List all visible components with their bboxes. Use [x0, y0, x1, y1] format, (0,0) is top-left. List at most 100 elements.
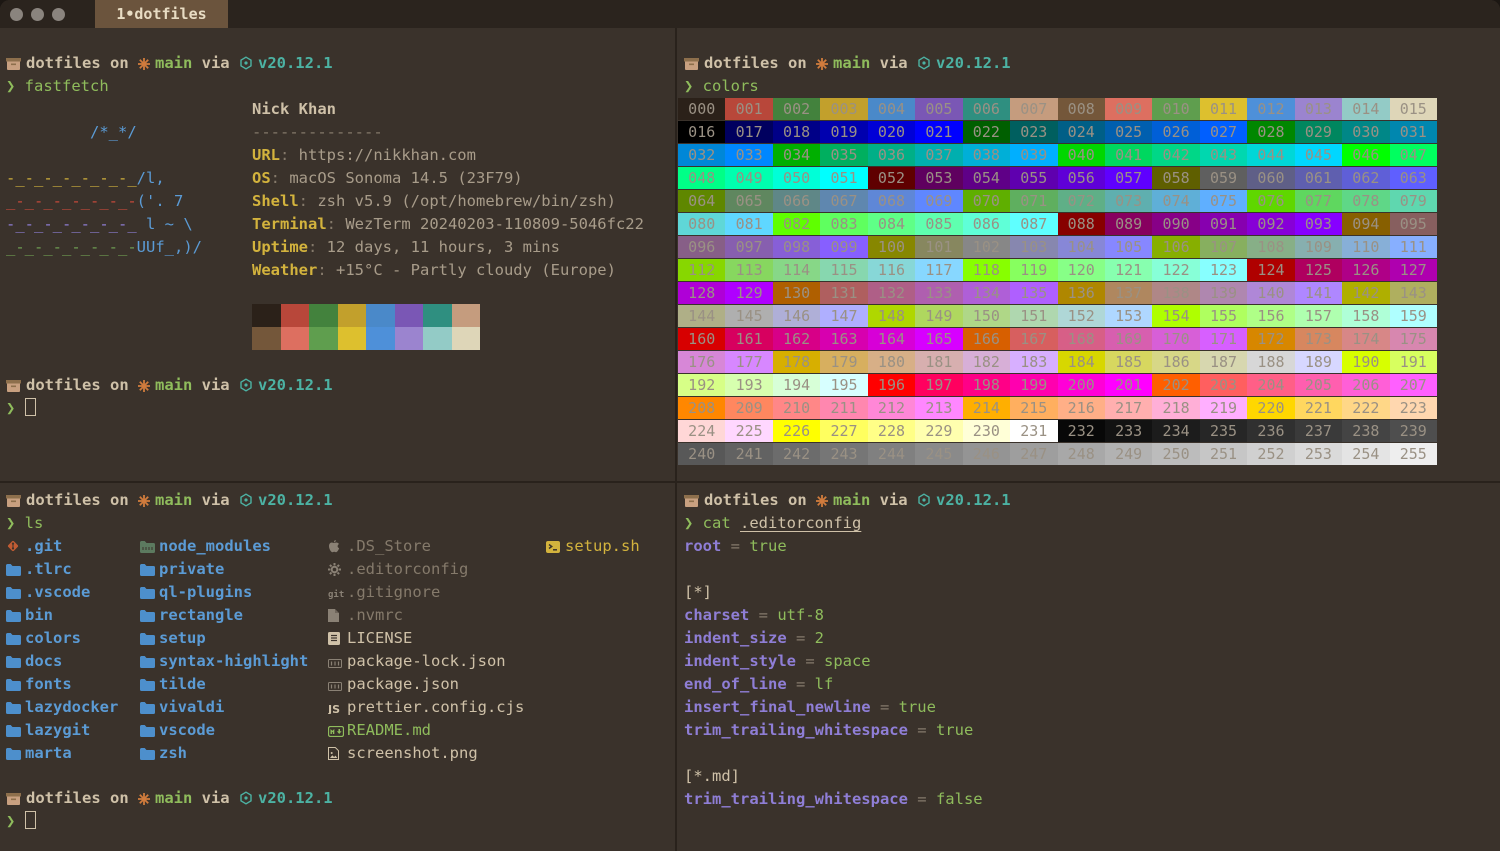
svg-text:JS: JS: [328, 703, 340, 714]
color-cell: 092: [1247, 213, 1294, 235]
color-cell: 231: [1010, 420, 1057, 442]
file-item: syntax-highlight: [140, 650, 308, 673]
color-cell: 253: [1295, 443, 1342, 465]
color-cell: 220: [1247, 397, 1294, 419]
color-cell: 077: [1295, 190, 1342, 212]
terminal-line: trim_trailing_whitespace = true: [684, 719, 973, 742]
color-cell: 089: [1105, 213, 1152, 235]
color-cell: 143: [1390, 282, 1437, 304]
color-cell: 250: [1152, 443, 1199, 465]
color-cell: 122: [1152, 259, 1199, 281]
color-cell: 228: [868, 420, 915, 442]
text-segment: dotfiles: [26, 491, 101, 509]
color-cell: 246: [963, 443, 1010, 465]
color-cell: 016: [678, 121, 725, 143]
terminal-line: indent_style = space: [684, 650, 871, 673]
color-cell: 076: [1247, 190, 1294, 212]
terminal-line: OS: macOS Sonoma 14.5 (23F79): [252, 167, 523, 190]
text-segment: indent_style: [684, 652, 796, 670]
color-cell: 214: [963, 397, 1010, 419]
terminal-line: trim_trailing_whitespace = false: [684, 788, 983, 811]
color-cell: 053: [915, 167, 962, 189]
file-name: vscode: [159, 721, 215, 739]
color-cell: 033: [725, 144, 772, 166]
color-cell: 247: [1010, 443, 1057, 465]
folder-icon: [6, 583, 25, 606]
color-cell: 026: [1152, 121, 1199, 143]
text-segment: Uptime: [252, 238, 308, 256]
terminal-line: -_-_-_-_-_-_-_/l,: [6, 167, 165, 190]
file-name: .vscode: [25, 583, 90, 601]
text-segment: insert_final_newline: [684, 698, 871, 716]
color-cell: 156: [1247, 305, 1294, 327]
color-cell: 191: [1390, 351, 1437, 373]
color-cell: 236: [1247, 420, 1294, 442]
color-cell: 190: [1342, 351, 1389, 373]
file-item: lazydocker: [6, 696, 118, 719]
file-name: package.json: [347, 675, 459, 693]
file-item: marta: [6, 742, 72, 765]
color-cell: 059: [1200, 167, 1247, 189]
color-cell: 113: [725, 259, 772, 281]
color-cell: 133: [915, 282, 962, 304]
file-name: lazydocker: [25, 698, 118, 716]
color-cell: 162: [773, 328, 820, 350]
color-cell: 198: [963, 374, 1010, 396]
terminal-line: ❯: [6, 397, 36, 420]
text-segment: dotfiles: [704, 54, 779, 72]
text-segment: :: [317, 261, 336, 279]
color-cell: 230: [963, 420, 1010, 442]
file-item: colors: [6, 627, 81, 650]
color-cell: 140: [1247, 282, 1294, 304]
color-cell: 243: [820, 443, 867, 465]
color-cell: 118: [963, 259, 1010, 281]
terminal-line: [*.md]: [684, 765, 740, 788]
color-cell: 065: [725, 190, 772, 212]
file-item: ql-plugins: [140, 581, 252, 604]
color-cell: 181: [915, 351, 962, 373]
color-cell: 153: [1105, 305, 1152, 327]
file-name: .tlrc: [25, 560, 72, 578]
file-item: lazygit: [6, 719, 90, 742]
text-segment: :: [280, 146, 299, 164]
color-cell: 066: [773, 190, 820, 212]
file-item: git.gitignore: [328, 581, 440, 604]
color-cell: 104: [1058, 236, 1105, 258]
box-icon: [6, 491, 21, 514]
color-cell: 233: [1105, 420, 1152, 442]
terminal-line: Weather: +15°C - Partly cloudy (Europe): [252, 259, 616, 282]
file-name: .gitignore: [347, 583, 440, 601]
color-cell: 108: [1247, 236, 1294, 258]
text-segment: via: [870, 491, 917, 509]
text-segment: on: [101, 54, 138, 72]
text-segment: charset: [684, 606, 749, 624]
color-cell: 216: [1058, 397, 1105, 419]
file-name: lazygit: [25, 721, 90, 739]
file-name: bin: [25, 606, 53, 624]
color-cell: 017: [725, 121, 772, 143]
terminal-line: -_-_-_-_-_-_-_ l ~ \: [6, 213, 193, 236]
color-cell: 079: [1390, 190, 1437, 212]
node-icon: [239, 54, 253, 77]
swatch-cell: [338, 304, 367, 327]
color-cell: 112: [678, 259, 725, 281]
text-segment: main: [833, 54, 870, 72]
text-segment: /*_*/: [6, 123, 137, 141]
color-cell: 209: [725, 397, 772, 419]
color-cell: 213: [915, 397, 962, 419]
color-cell: 194: [773, 374, 820, 396]
text-segment: :: [299, 192, 318, 210]
color-cell: 111: [1390, 236, 1437, 258]
file-icon: [328, 606, 347, 629]
color-cell: 005: [915, 98, 962, 120]
color-cell: 097: [725, 236, 772, 258]
text-segment: end_of_line: [684, 675, 787, 693]
terminal-line: dotfiles on main via v20.12.1: [684, 52, 1011, 75]
color-cell: 107: [1200, 236, 1247, 258]
color-cell: 195: [820, 374, 867, 396]
text-segment: true: [899, 698, 936, 716]
file-item: node_modules: [140, 535, 271, 558]
text-segment: l ~ \: [137, 215, 193, 233]
text-segment: UUf_,)/: [137, 238, 202, 256]
file-item: fonts: [6, 673, 72, 696]
